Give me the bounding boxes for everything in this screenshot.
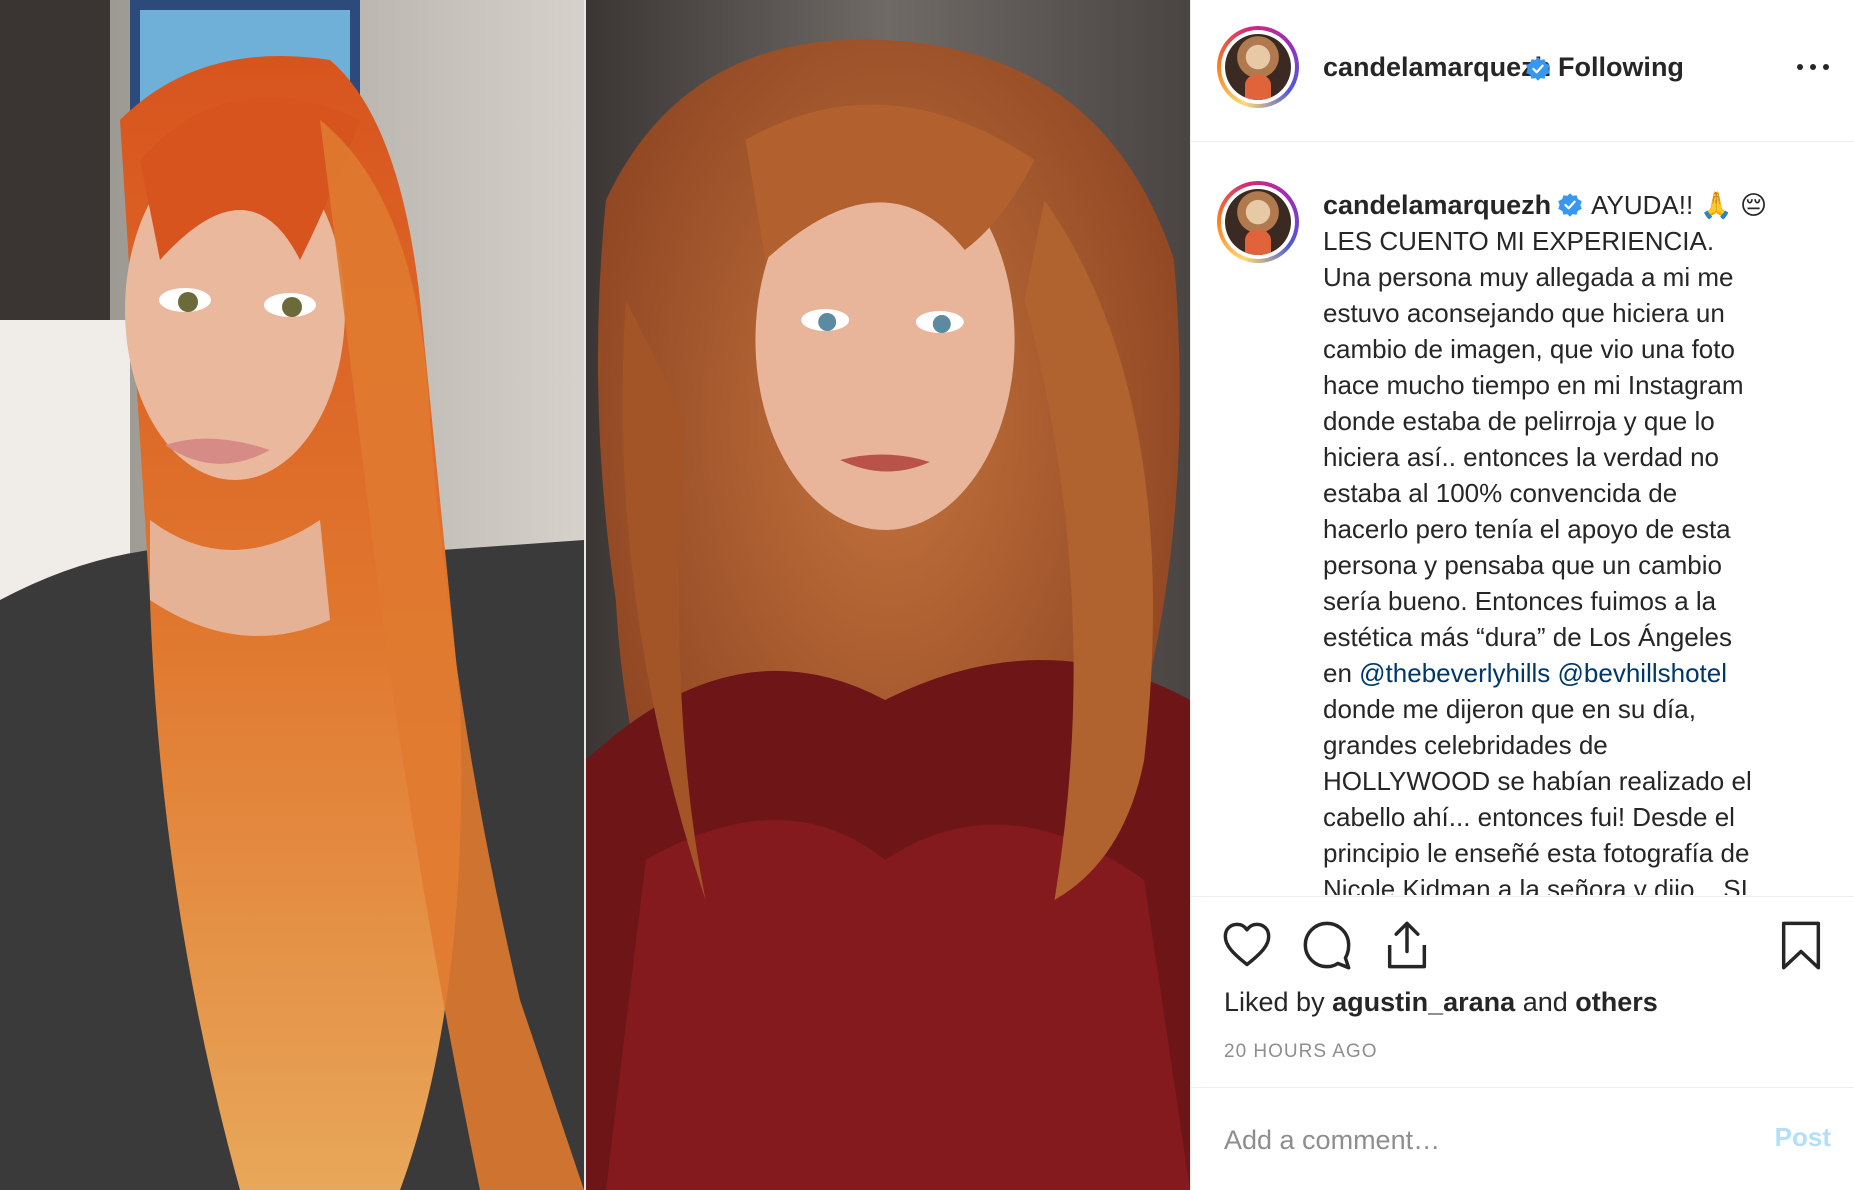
share-icon[interactable] <box>1381 919 1433 971</box>
post-comment-button[interactable]: Post <box>1775 1122 1831 1153</box>
post-caption: candelamarquezh AYUDA!! 🙏 😔 LES CUENTO MI… <box>1191 143 1854 895</box>
comment-input[interactable] <box>1224 1118 1724 1162</box>
likes-others-link[interactable]: others <box>1575 987 1658 1017</box>
following-status[interactable]: • Following <box>1541 52 1684 83</box>
heart-icon[interactable] <box>1221 919 1273 971</box>
header-username[interactable]: candelamarquezh <box>1323 52 1551 83</box>
avatar[interactable] <box>1217 26 1299 108</box>
caption-line: hace mucho tiempo en mi Instagram <box>1323 370 1744 400</box>
caption-username[interactable]: candelamarquezh <box>1323 190 1551 220</box>
caption-line: Una persona muy allegada a mi me <box>1323 262 1734 292</box>
caption-line: sería bueno. Entonces fuimos a la <box>1323 586 1717 616</box>
caption-line: LES CUENTO MI EXPERIENCIA. <box>1323 226 1715 256</box>
post-side-panel: candelamarquezh • Following candelamarqu… <box>1190 0 1854 1190</box>
caption-line: donde estaba de pelirroja y que lo <box>1323 406 1715 436</box>
caption-line: cabello ahí... entonces fui! Desde el <box>1323 802 1735 832</box>
mention-link[interactable]: @thebeverlyhills <box>1359 658 1550 688</box>
caption-line: cambio de imagen, que vio una foto <box>1323 334 1735 364</box>
more-horizontal-icon[interactable] <box>1793 52 1833 82</box>
liked-by-user-link[interactable]: agustin_arana <box>1332 987 1515 1017</box>
caption-line: Nicole Kidman a la señora y dijo... SI <box>1323 874 1748 895</box>
caption-line: estuvo aconsejando que hiciera un <box>1323 298 1725 328</box>
photo-before-red-hair <box>0 0 584 1190</box>
caption-avatar[interactable] <box>1217 181 1299 263</box>
post-header: candelamarquezh • Following <box>1191 0 1854 142</box>
verified-badge-icon <box>1558 193 1582 217</box>
caption-line: grandes celebridades de <box>1323 730 1608 760</box>
post-timestamp[interactable]: 20 HOURS AGO <box>1224 1041 1378 1063</box>
bookmark-icon[interactable] <box>1775 919 1827 971</box>
likes-prefix: Liked by <box>1224 987 1325 1017</box>
caption-text-fragment: en <box>1323 658 1360 688</box>
caption-line: principio le enseñé esta fotografía de <box>1323 838 1750 868</box>
caption-line: persona y pensaba que un cambio <box>1323 550 1722 580</box>
comment-bar: Post <box>1191 1087 1854 1190</box>
photo-reference-wavy-red-hair <box>584 0 1190 1190</box>
comment-icon[interactable] <box>1301 919 1353 971</box>
caption-line: hiciera así.. entonces la verdad no <box>1323 442 1720 472</box>
verified-badge-icon <box>1526 57 1550 81</box>
caption-line: estaba al 100% convencida de <box>1323 478 1678 508</box>
likes-summary: Liked by agustin_arana and others <box>1224 987 1658 1018</box>
likes-middle: and <box>1522 987 1568 1017</box>
mention-link[interactable]: @bevhillshotel <box>1558 658 1727 688</box>
caption-text: candelamarquezh AYUDA!! 🙏 😔 LES CUENTO MI… <box>1323 187 1823 895</box>
post-media[interactable] <box>0 0 1190 1190</box>
caption-line: HOLLYWOOD se habían realizado el <box>1323 766 1752 796</box>
post-actions: Liked by agustin_arana and others 20 HOU… <box>1191 896 1854 1086</box>
caption-line: AYUDA!! 🙏 😔 <box>1591 190 1768 220</box>
caption-line: donde me dijeron que en su día, <box>1323 694 1696 724</box>
instagram-post: candelamarquezh • Following candelamarqu… <box>0 0 1854 1190</box>
caption-line: estética más “dura” de Los Ángeles <box>1323 622 1732 652</box>
caption-line: hacerlo pero tenía el apoyo de esta <box>1323 514 1731 544</box>
